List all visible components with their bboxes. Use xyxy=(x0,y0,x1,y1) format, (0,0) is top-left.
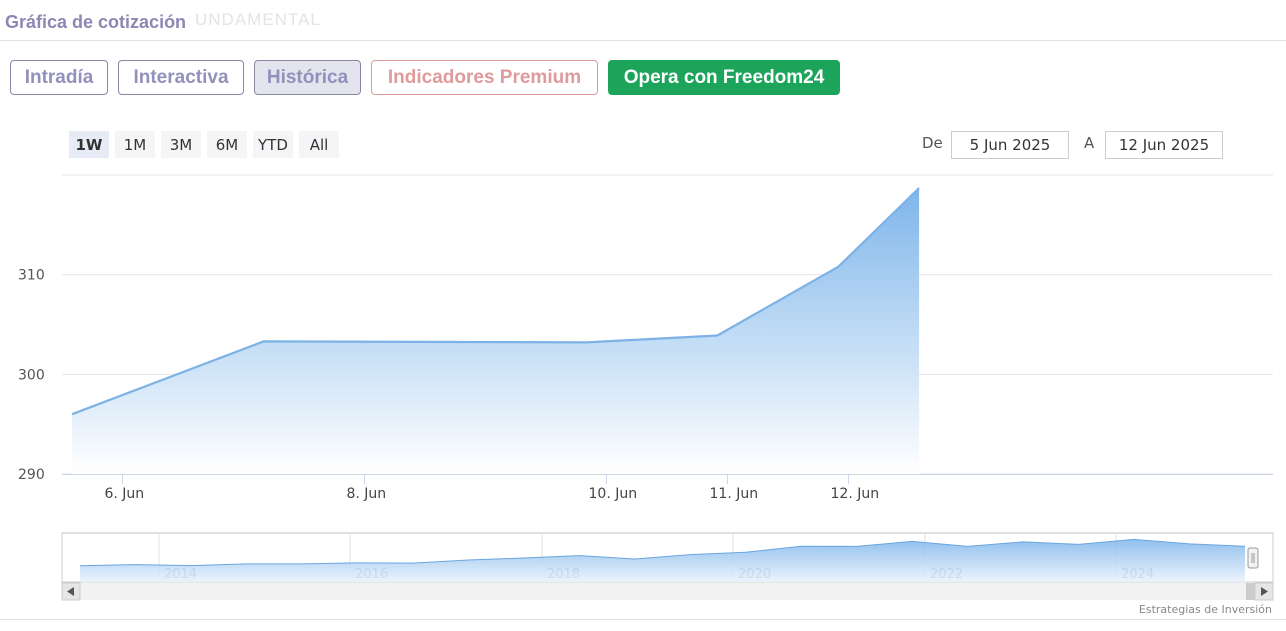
data-point-3[interactable] xyxy=(715,333,720,338)
y-tick-label: 300 xyxy=(18,367,45,383)
data-point-1[interactable] xyxy=(261,339,266,344)
y-tick-label: 290 xyxy=(18,467,45,483)
chart-credit[interactable]: Estrategias de Inversión xyxy=(1139,603,1272,616)
x-tick-label: 6. Jun xyxy=(105,486,145,502)
scrollbar-thumb[interactable] xyxy=(1246,583,1255,600)
data-point-4[interactable] xyxy=(836,264,841,269)
price-area xyxy=(72,188,920,474)
x-tick-label: 11. Jun xyxy=(710,486,759,502)
navigator-handle[interactable] xyxy=(1247,547,1259,569)
data-point-0[interactable] xyxy=(70,412,75,417)
data-point-5[interactable] xyxy=(917,185,922,190)
scrollbar-track[interactable] xyxy=(62,583,1273,600)
x-tick-label: 10. Jun xyxy=(589,486,638,502)
data-point-2[interactable] xyxy=(584,340,589,345)
x-tick-label: 8. Jun xyxy=(347,486,387,502)
price-chart[interactable]: 290 300 310 6. Jun 8. Jun 10. Jun 11. Jun 12. J… xyxy=(0,0,1286,631)
y-tick-label: 310 xyxy=(18,268,45,284)
footer-divider xyxy=(0,619,1286,620)
x-tick-label: 12. Jun xyxy=(831,486,880,502)
